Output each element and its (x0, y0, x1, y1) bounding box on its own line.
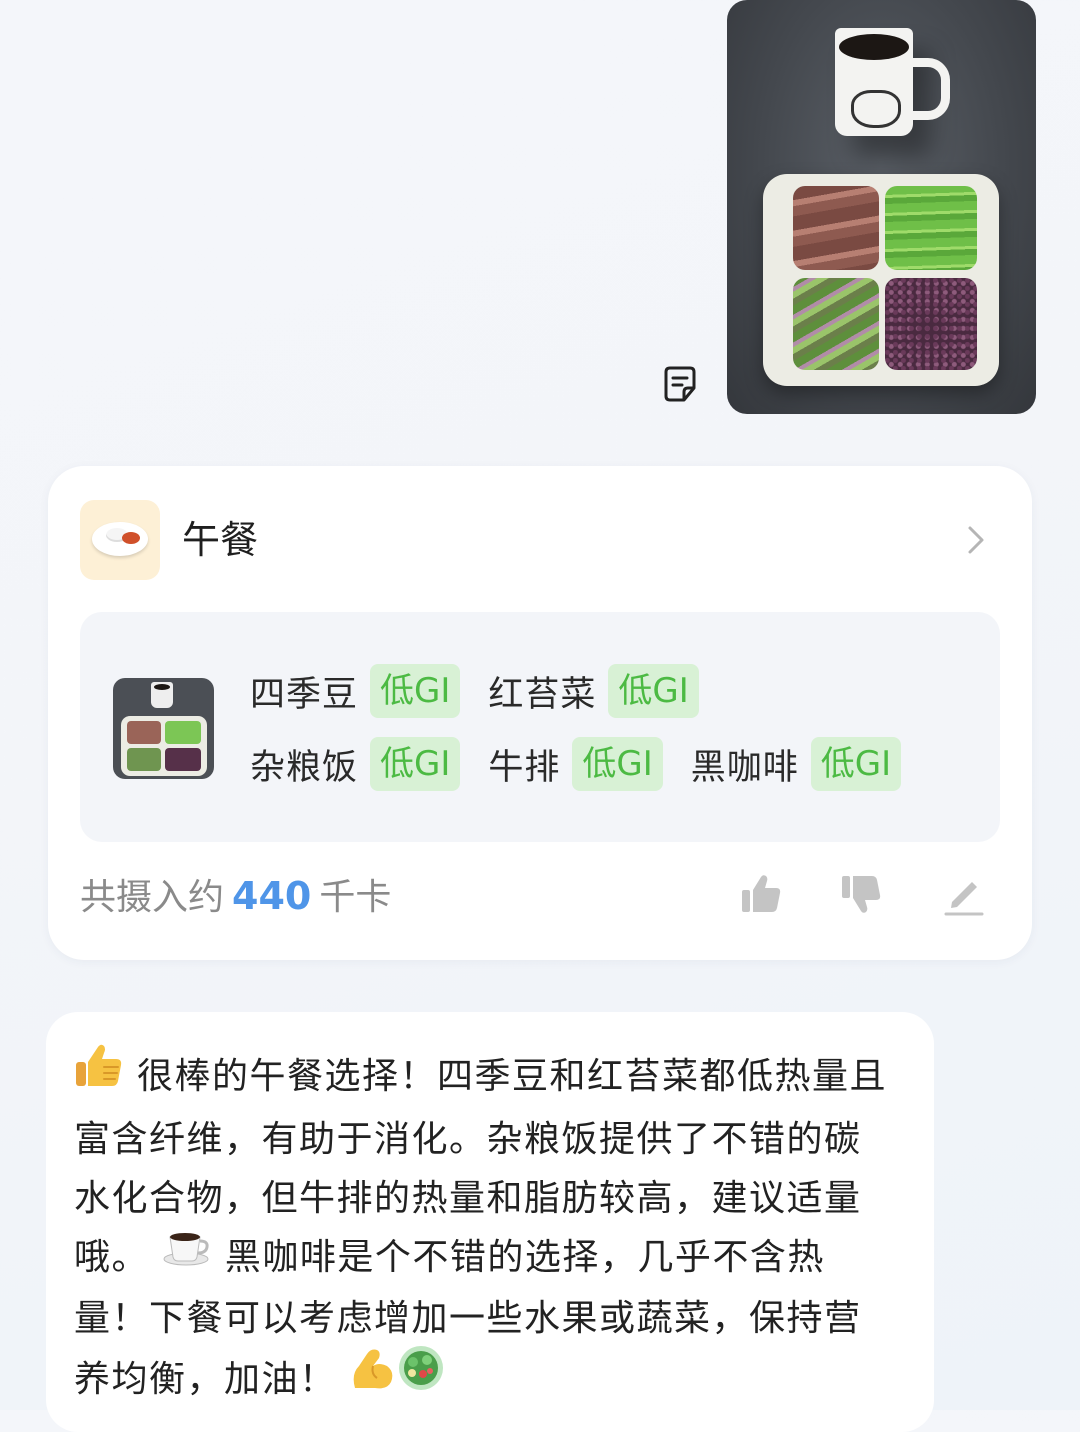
gi-tag: 低GI (370, 737, 461, 791)
thumbs-up-icon[interactable] (740, 872, 784, 916)
food-name: 杂粮饭 (250, 747, 359, 788)
coffee-mug (835, 28, 950, 136)
gi-tag: 低GI (572, 737, 663, 791)
greens-compartment (793, 278, 879, 370)
coffee-cup-emoji-icon (162, 1226, 212, 1285)
sent-meal-photo[interactable] (727, 0, 1036, 414)
rice-plate-icon (80, 500, 160, 580)
food-name: 黑咖啡 (690, 747, 799, 788)
meal-record-card[interactable]: 午餐 四季豆 低GI 红苔菜 低GI 杂粮饭 低GI 牛排 低GI 黑咖啡 低G… (48, 466, 1032, 960)
edit-icon[interactable] (942, 872, 986, 916)
calorie-total-value: 440 (232, 874, 312, 918)
food-name: 红苔菜 (488, 674, 597, 715)
thumbs-up-emoji-icon (74, 1042, 124, 1106)
multigrain-rice-compartment (885, 278, 977, 370)
food-item: 黑咖啡 低GI (690, 737, 902, 791)
food-row: 杂粮饭 低GI 牛排 低GI 黑咖啡 低GI (250, 737, 929, 791)
reply-text: 很棒的午餐选择！四季豆和红苔菜都低热量且富含纤维，有助于消化。杂粮饭提供了不错的… (74, 1044, 894, 1414)
gi-tag: 低GI (608, 664, 699, 718)
flexed-bicep-emoji-icon (349, 1344, 397, 1410)
thumbs-down-icon[interactable] (840, 872, 884, 916)
gi-tag: 低GI (810, 737, 902, 791)
calorie-total-prefix: 共摄入约 (80, 877, 225, 918)
steak-compartment (793, 186, 879, 270)
food-name: 四季豆 (250, 674, 359, 715)
chevron-right-icon[interactable] (962, 524, 990, 556)
food-list-panel: 四季豆 低GI 红苔菜 低GI 杂粮饭 低GI 牛排 低GI 黑咖啡 低GI (80, 612, 1000, 842)
calorie-total: 共摄入约 440 千卡 (80, 870, 391, 922)
food-row: 四季豆 低GI 红苔菜 低GI (250, 664, 727, 718)
lunch-tray (763, 174, 999, 386)
green-salad-emoji-icon (397, 1344, 445, 1410)
food-name: 牛排 (488, 747, 561, 788)
meal-title: 午餐 (182, 518, 259, 562)
green-beans-compartment (885, 186, 977, 270)
food-item: 四季豆 低GI (250, 664, 461, 718)
gi-tag: 低GI (370, 664, 461, 718)
food-item: 牛排 低GI (488, 737, 663, 791)
food-item: 杂粮饭 低GI (250, 737, 461, 791)
meal-photo-thumbnail[interactable] (113, 678, 214, 779)
note-icon[interactable] (664, 366, 696, 402)
assistant-reply-bubble: 很棒的午餐选择！四季豆和红苔菜都低热量且富含纤维，有助于消化。杂粮饭提供了不错的… (46, 1012, 934, 1432)
calorie-total-unit: 千卡 (319, 877, 392, 918)
food-item: 红苔菜 低GI (488, 664, 699, 718)
